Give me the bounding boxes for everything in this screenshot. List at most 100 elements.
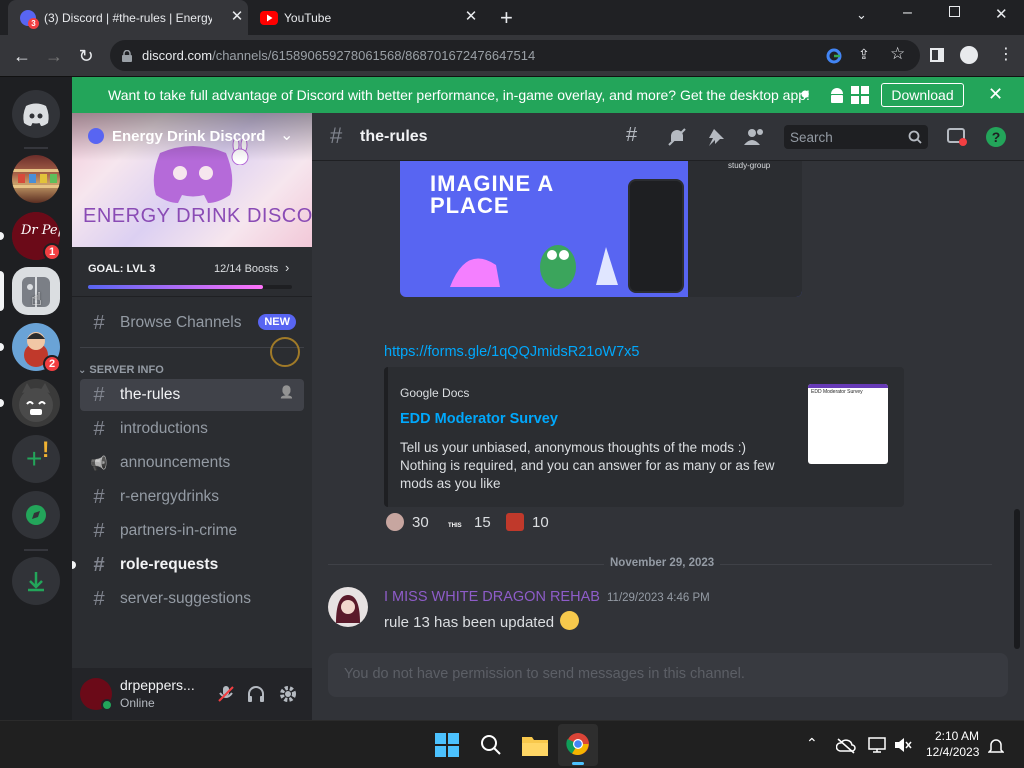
- member-list-icon[interactable]: [744, 127, 766, 147]
- close-banner-icon[interactable]: ✕: [988, 84, 1003, 105]
- server-icon-snacks[interactable]: [12, 155, 60, 203]
- channel-introductions[interactable]: # introductions: [80, 413, 304, 445]
- restore-icon[interactable]: [949, 6, 960, 17]
- channel-r-energydrinks[interactable]: # r-energydrinks: [80, 481, 304, 513]
- threads-icon[interactable]: #: [626, 124, 637, 147]
- message-input: You do not have permission to send messa…: [328, 653, 1008, 697]
- browser-tab-bar: 3 (3) Discord | #the-rules | Energy Drin…: [0, 0, 1024, 35]
- download-apps-button[interactable]: [12, 557, 60, 605]
- file-explorer-icon[interactable]: [522, 734, 548, 756]
- reaction-count: 10: [532, 513, 549, 531]
- survey-link[interactable]: https://forms.gle/1qQQJmidsR21oW7x5: [384, 344, 639, 360]
- close-tab-icon[interactable]: ✕: [462, 8, 480, 26]
- pinned-messages-icon[interactable]: [706, 127, 726, 147]
- share-icon[interactable]: ⇪: [858, 46, 870, 63]
- reaction-3[interactable]: 10: [506, 510, 549, 534]
- channel-the-rules[interactable]: # the-rules 👤: [80, 379, 304, 411]
- server-icon-cat[interactable]: [12, 379, 60, 427]
- browse-channels[interactable]: # Browse Channels NEW: [80, 307, 304, 339]
- taskbar-search-icon[interactable]: [480, 734, 502, 756]
- explore-servers-button[interactable]: [12, 491, 60, 539]
- chrome-taskbar-button[interactable]: [558, 724, 598, 766]
- headphones-icon[interactable]: [246, 684, 266, 704]
- settings-gear-icon[interactable]: [278, 684, 298, 704]
- author-avatar[interactable]: [328, 587, 368, 627]
- tab-search-chevron-icon[interactable]: ⌄: [856, 7, 867, 23]
- this-emoji-text: THIS: [448, 523, 462, 529]
- boost-goal[interactable]: GOAL: LVL 3 12/14 Boosts ›: [72, 247, 312, 297]
- lock-icon: [122, 50, 132, 62]
- windows-start-icon[interactable]: [435, 733, 459, 757]
- message-author[interactable]: I MISS WHITE DRAGON REHAB: [384, 589, 600, 605]
- reload-icon[interactable]: ↻: [74, 44, 98, 68]
- notification-bell-icon[interactable]: [988, 737, 1004, 755]
- author-avatar-art-icon: [336, 595, 360, 623]
- create-invite-icon[interactable]: 👤: [279, 385, 294, 399]
- channel-partners-in-crime[interactable]: # partners-in-crime: [80, 515, 304, 547]
- imagine-a-place-text: IMAGINE A PLACE: [430, 171, 554, 218]
- search-icon: [908, 130, 922, 144]
- download-button[interactable]: Download: [881, 83, 964, 107]
- text-channel-icon: #: [93, 417, 105, 440]
- message-text: rule 13 has been updated: [384, 611, 580, 631]
- embed-title[interactable]: EDD Moderator Survey: [400, 411, 558, 427]
- text-channel-icon: #: [93, 519, 105, 542]
- text-channel-icon: #: [93, 553, 105, 576]
- user-avatar[interactable]: [80, 678, 113, 711]
- unread-pill: [0, 343, 4, 351]
- cloud-offline-icon[interactable]: [836, 738, 856, 754]
- channel-role-requests[interactable]: # role-requests: [72, 549, 304, 581]
- mention-badge: 2: [43, 355, 61, 373]
- volume-muted-icon[interactable]: [894, 737, 912, 753]
- server-menu-chevron-icon[interactable]: ⌄: [280, 125, 293, 145]
- channel-header: # the-rules # Search ?: [312, 113, 1024, 161]
- mic-muted-icon[interactable]: [216, 684, 236, 704]
- characters-illustration: [450, 245, 618, 289]
- home-button[interactable]: [12, 90, 60, 138]
- browser-tab-discord[interactable]: 3 (3) Discord | #the-rules | Energy Drin…: [8, 0, 248, 35]
- clock-time[interactable]: 2:10 AM: [935, 729, 979, 743]
- google-lens-icon[interactable]: [826, 48, 842, 64]
- back-arrow-icon[interactable]: ←: [10, 44, 34, 68]
- reaction-1[interactable]: 30: [386, 510, 429, 534]
- channel-name: role-requests: [120, 556, 219, 573]
- study-group-panel: study-group: [688, 161, 802, 297]
- server-banner[interactable]: ENERGY DRINK DISCORD Energy Drink Discor…: [72, 113, 312, 247]
- chat-scrollbar[interactable]: [1014, 509, 1020, 649]
- guild-separator: [24, 147, 48, 149]
- channel-announcements[interactable]: 📢 announcements: [80, 447, 304, 479]
- text-channel-icon: #: [93, 383, 105, 406]
- add-server-button[interactable]: + !: [12, 435, 60, 483]
- channel-server-suggestions[interactable]: # server-suggestions: [80, 583, 304, 615]
- reaction-2[interactable]: THIS 15: [448, 510, 491, 534]
- new-tab-icon[interactable]: +: [500, 5, 513, 31]
- browser-menu-icon[interactable]: ⋮: [998, 44, 1014, 64]
- user-status: Online: [120, 696, 155, 710]
- inbox-icon[interactable]: [946, 127, 968, 147]
- minimize-icon[interactable]: –: [903, 4, 912, 22]
- tab-title: (3) Discord | #the-rules | Energy Drink …: [44, 10, 212, 25]
- notifications-muted-icon[interactable]: [667, 127, 687, 147]
- forward-arrow-icon[interactable]: →: [42, 44, 66, 68]
- browser-tab-youtube[interactable]: YouTube ✕: [250, 0, 490, 35]
- profile-icon[interactable]: [960, 46, 978, 64]
- network-icon[interactable]: [868, 737, 886, 753]
- system-tray-chevron-icon[interactable]: ⌃: [806, 735, 818, 752]
- bookmark-star-icon[interactable]: ☆: [890, 44, 905, 64]
- help-icon[interactable]: ?: [986, 127, 1006, 147]
- selected-pill: [0, 271, 4, 311]
- server-header[interactable]: Energy Drink Discord ⌄: [72, 113, 312, 161]
- address-bar[interactable]: discord.com/channels/615890659278061568/…: [110, 40, 920, 71]
- close-tab-icon[interactable]: ✕: [228, 8, 246, 26]
- embed-thumbnail[interactable]: EDD Moderator Survey: [808, 384, 888, 464]
- side-panel-icon[interactable]: [930, 48, 944, 62]
- search-input[interactable]: Search: [784, 125, 928, 149]
- username[interactable]: drpeppers...: [120, 677, 195, 693]
- discord-logo-icon: [23, 103, 49, 126]
- category-server-info[interactable]: ⌄ SERVER INFO: [78, 360, 164, 380]
- download-icon: [28, 572, 44, 592]
- server-icon-energy-drink-discord[interactable]: ☝: [12, 267, 60, 315]
- embed-image[interactable]: IMAGINE A PLACE study-group: [400, 161, 802, 297]
- close-window-icon[interactable]: ✕: [995, 5, 1008, 23]
- clock-date[interactable]: 12/4/2023: [926, 745, 979, 759]
